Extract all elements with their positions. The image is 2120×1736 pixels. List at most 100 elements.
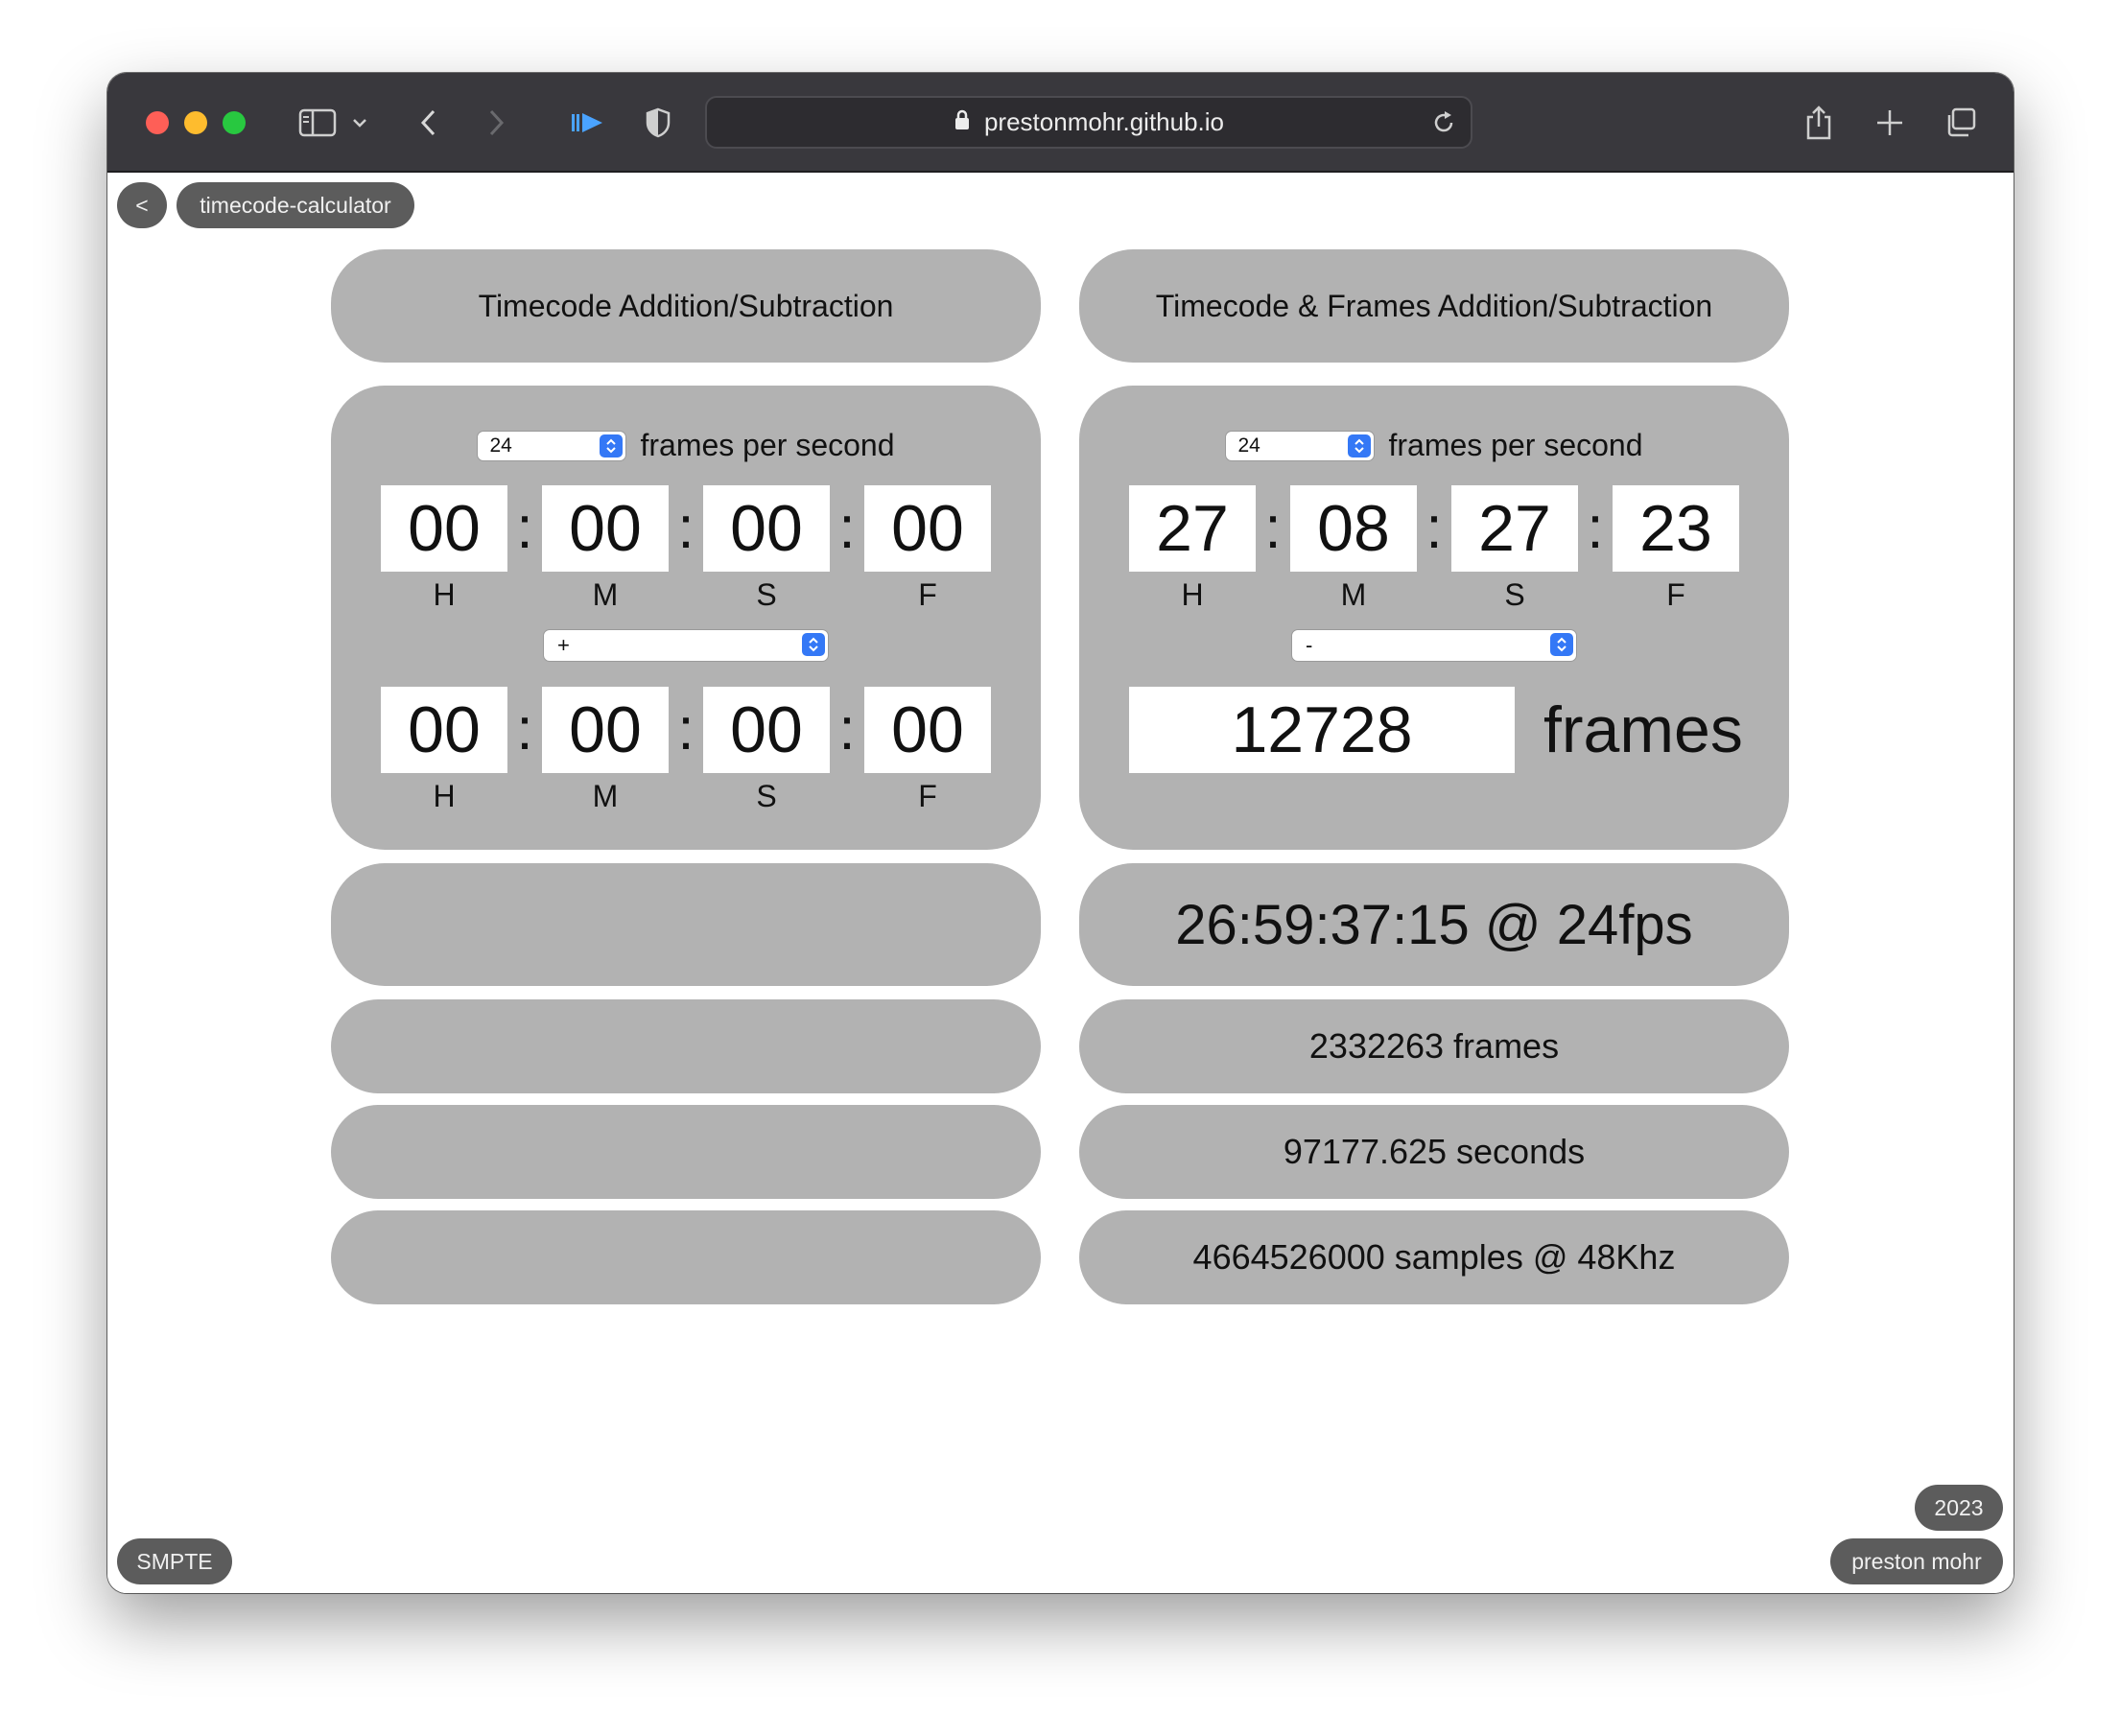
browser-window: prestonmohr.github.io < timecode-calcula… <box>107 73 2014 1593</box>
privacy-shield-icon[interactable] <box>641 100 675 146</box>
select-arrows-icon <box>802 633 825 656</box>
fps-row: 24 frames per second <box>1079 428 1789 463</box>
operator-value: + <box>557 633 570 657</box>
fps-select[interactable]: 24 <box>1225 430 1376 461</box>
seconds-input[interactable]: 00 <box>703 687 830 773</box>
fps-select-value: 24 <box>489 434 512 457</box>
separator: : <box>677 495 695 561</box>
result-frames-text <box>331 999 1041 1093</box>
frames-label: F <box>918 577 937 612</box>
zoom-window-button[interactable] <box>223 111 246 134</box>
frames-label: F <box>1666 577 1685 612</box>
separator: : <box>1425 495 1443 561</box>
separator: : <box>516 696 533 762</box>
fps-select[interactable]: 24 <box>477 430 627 461</box>
frames-label: F <box>918 779 937 813</box>
result-samples <box>331 1210 1041 1304</box>
separator: : <box>516 495 533 561</box>
share-icon[interactable] <box>1800 100 1838 146</box>
result-samples: 4664526000 samples @ 48Khz <box>1079 1210 1789 1304</box>
standard-badge[interactable]: SMPTE <box>117 1538 232 1584</box>
timecode-frames-input-panel: 24 frames per second 27 : 08 : 27 : 23 H… <box>1079 386 1789 850</box>
timecode-1: 27 : 08 : 27 : 23 <box>1129 485 1739 572</box>
seconds-input[interactable]: 00 <box>703 485 830 572</box>
operator-select[interactable]: + <box>543 629 829 662</box>
result-frames <box>331 999 1041 1093</box>
close-window-button[interactable] <box>146 111 169 134</box>
hours-label: H <box>433 779 456 813</box>
back-button[interactable]: < <box>117 182 167 228</box>
new-tab-icon[interactable] <box>1871 100 1909 146</box>
minutes-label: M <box>592 577 619 612</box>
minutes-input[interactable]: 08 <box>1290 485 1417 572</box>
sidebar-icon[interactable] <box>295 100 340 146</box>
separator: : <box>1587 495 1604 561</box>
timecode-2-units: H M S F <box>381 779 991 814</box>
result-samples-text: 4664526000 samples @ 48Khz <box>1192 1237 1676 1277</box>
hours-input[interactable]: 27 <box>1129 485 1256 572</box>
frames-input[interactable]: 23 <box>1613 485 1739 572</box>
chevron-down-icon[interactable] <box>347 100 372 146</box>
separator: : <box>838 696 856 762</box>
result-seconds-text <box>331 1105 1041 1199</box>
timecode-1-units: H M S F <box>1129 577 1739 613</box>
tab-timecode-addition[interactable]: Timecode Addition/Subtraction <box>331 249 1041 363</box>
lock-icon <box>954 108 971 136</box>
hours-input[interactable]: 00 <box>381 687 507 773</box>
result-seconds-text: 97177.625 seconds <box>1283 1132 1586 1171</box>
result-samples-text <box>331 1210 1041 1304</box>
result-timecode-text <box>331 863 1041 986</box>
separator: : <box>1264 495 1282 561</box>
seconds-label: S <box>1504 577 1525 612</box>
frames-input[interactable]: 00 <box>864 485 991 572</box>
hours-input[interactable]: 00 <box>381 485 507 572</box>
reload-icon[interactable] <box>1430 109 1457 141</box>
minutes-input[interactable]: 00 <box>542 485 669 572</box>
result-timecode <box>331 863 1041 986</box>
minutes-input[interactable]: 00 <box>542 687 669 773</box>
separator: : <box>677 696 695 762</box>
back-arrow-icon[interactable] <box>414 100 443 146</box>
seconds-label: S <box>756 779 777 813</box>
browser-toolbar: prestonmohr.github.io <box>107 73 2014 173</box>
seconds-input[interactable]: 27 <box>1451 485 1578 572</box>
tab-overview-icon[interactable] <box>1942 100 1980 146</box>
result-timecode: 26:59:37:15 @ 24fps <box>1079 863 1789 986</box>
page-content: < timecode-calculator Timecode Addition/… <box>107 173 2014 1593</box>
forward-arrow-icon[interactable] <box>482 100 510 146</box>
result-frames: 2332263 frames <box>1079 999 1789 1093</box>
frames-unit-label: frames <box>1543 693 1743 766</box>
frames-input[interactable]: 00 <box>864 687 991 773</box>
year-badge: 2023 <box>1915 1485 2003 1531</box>
hours-label: H <box>1181 577 1204 612</box>
fps-select-value: 24 <box>1237 434 1260 457</box>
minutes-label: M <box>1340 577 1367 612</box>
author-link[interactable]: preston mohr <box>1830 1538 2003 1584</box>
result-frames-text: 2332263 frames <box>1308 1026 1560 1066</box>
tab-timecode-frames[interactable]: Timecode & Frames Addition/Subtraction <box>1079 249 1789 363</box>
url-text: prestonmohr.github.io <box>983 107 1225 136</box>
page-title[interactable]: timecode-calculator <box>177 182 414 228</box>
seconds-label: S <box>756 577 777 612</box>
timecode-1-units: H M S F <box>381 577 991 613</box>
operator-select[interactable]: - <box>1291 629 1577 662</box>
select-arrows-icon <box>600 434 624 457</box>
timecode-input-panel: 24 frames per second 00 : 00 : 00 : 00 H… <box>331 386 1041 850</box>
fps-row: 24 frames per second <box>331 428 1041 463</box>
hours-label: H <box>433 577 456 612</box>
operator-value: - <box>1306 633 1313 657</box>
result-seconds <box>331 1105 1041 1199</box>
select-arrows-icon <box>1348 434 1372 457</box>
fps-label: frames per second <box>1388 428 1643 462</box>
result-timecode-text: 26:59:37:15 @ 24fps <box>1175 893 1693 956</box>
minimize-window-button[interactable] <box>184 111 207 134</box>
address-bar[interactable]: prestonmohr.github.io <box>705 96 1472 149</box>
timecode-1: 00 : 00 : 00 : 00 <box>381 485 991 572</box>
timecode-2: 00 : 00 : 00 : 00 <box>381 687 991 773</box>
fps-label: frames per second <box>640 428 895 462</box>
frames-count-input[interactable]: 12728 <box>1129 687 1515 773</box>
result-seconds: 97177.625 seconds <box>1079 1105 1789 1199</box>
minutes-label: M <box>592 779 619 813</box>
extension-icon[interactable] <box>566 100 608 146</box>
separator: : <box>838 495 856 561</box>
